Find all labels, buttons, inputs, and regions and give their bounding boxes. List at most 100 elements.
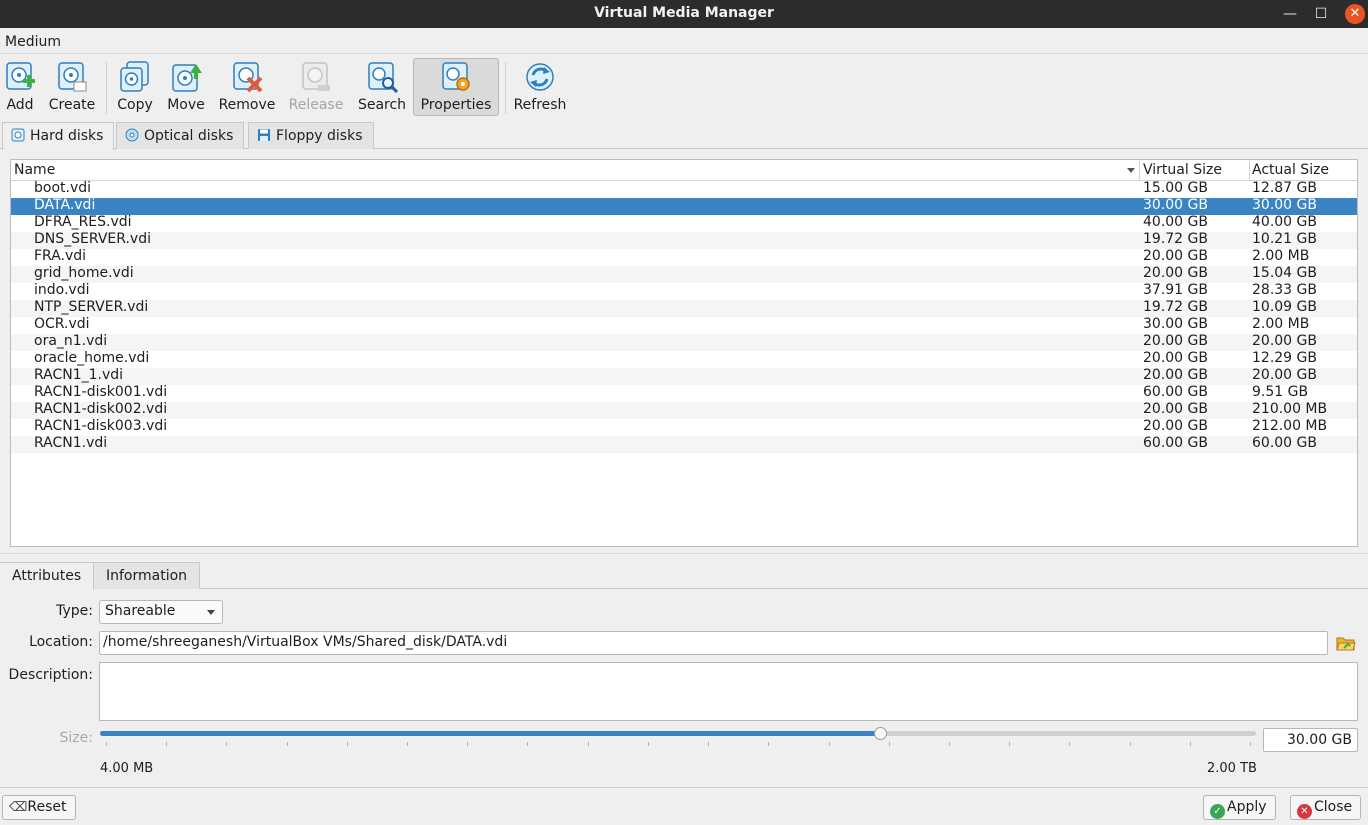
button-bar bbox=[0, 787, 1368, 825]
apply-button[interactable]: ✓ Apply bbox=[1203, 795, 1276, 820]
column-separator[interactable] bbox=[1139, 160, 1140, 181]
splitter-handle[interactable] bbox=[0, 553, 1368, 557]
table-row[interactable]: NTP_SERVER.vdi 19.72 GB 10.09 GB bbox=[11, 299, 1357, 317]
table-row[interactable]: oracle_home.vdi 20.00 GB 12.29 GB bbox=[11, 350, 1357, 368]
create-label: Create bbox=[48, 97, 96, 113]
slider-tick bbox=[1069, 742, 1071, 746]
type-label: Type: bbox=[56, 603, 93, 619]
properties-disk-icon bbox=[442, 62, 470, 91]
column-virtual-size[interactable]: Virtual Size bbox=[1143, 162, 1222, 178]
size-slider-fill bbox=[100, 731, 881, 736]
close-label: Close bbox=[1314, 799, 1353, 815]
cell-virtual: 20.00 GB bbox=[1143, 401, 1208, 417]
cell-name: ora_n1.vdi bbox=[34, 333, 108, 349]
table-row[interactable]: RACN1-disk002.vdi 20.00 GB 210.00 MB bbox=[11, 401, 1357, 419]
cell-actual: 10.09 GB bbox=[1252, 299, 1317, 315]
slider-tick bbox=[106, 742, 107, 746]
reset-button[interactable]: ⌫Reset bbox=[2, 795, 76, 820]
cell-name: NTP_SERVER.vdi bbox=[34, 299, 149, 315]
table-row[interactable]: ora_n1.vdi 20.00 GB 20.00 GB bbox=[11, 333, 1357, 351]
release-label: Release bbox=[288, 97, 344, 113]
move-button[interactable]: Move bbox=[164, 58, 208, 116]
table-row[interactable]: boot.vdi 15.00 GB 12.87 GB bbox=[11, 180, 1357, 198]
table-row[interactable]: RACN1.vdi 60.00 GB 60.00 GB bbox=[11, 435, 1357, 453]
size-slider-handle[interactable] bbox=[874, 727, 888, 740]
cell-name: boot.vdi bbox=[34, 180, 92, 196]
table-row[interactable]: FRA.vdi 20.00 GB 2.00 MB bbox=[11, 248, 1357, 266]
table-row[interactable]: RACN1_1.vdi 20.00 GB 20.00 GB bbox=[11, 367, 1357, 385]
slider-tick bbox=[407, 742, 409, 746]
create-button[interactable]: Create bbox=[46, 58, 98, 116]
table-row[interactable]: RACN1-disk003.vdi 20.00 GB 212.00 MB bbox=[11, 418, 1357, 436]
copy-button[interactable]: Copy bbox=[114, 58, 156, 116]
cell-actual: 28.33 GB bbox=[1252, 282, 1317, 298]
close-window-icon[interactable]: ✕ bbox=[1345, 4, 1365, 24]
minimize-icon[interactable]: — bbox=[1280, 4, 1300, 24]
slider-tick bbox=[828, 742, 830, 746]
location-label: Location: bbox=[29, 634, 93, 650]
slider-tick bbox=[527, 742, 529, 746]
tab-optical-disks[interactable]: Optical disks bbox=[116, 122, 245, 149]
table-row[interactable]: indo.vdi 37.91 GB 28.33 GB bbox=[11, 282, 1357, 300]
table-row[interactable]: OCR.vdi 30.00 GB 2.00 MB bbox=[11, 316, 1357, 334]
table-header: Name Virtual Size Actual Size bbox=[11, 160, 1357, 181]
cell-virtual: 20.00 GB bbox=[1143, 333, 1208, 349]
table-row[interactable]: DATA.vdi 30.00 GB 30.00 GB bbox=[11, 197, 1357, 215]
move-disk-icon bbox=[172, 64, 202, 92]
tab-hard-disks[interactable]: Hard disks bbox=[2, 122, 115, 150]
table-row[interactable]: DFRA_RES.vdi 40.00 GB 40.00 GB bbox=[11, 214, 1357, 232]
size-field[interactable]: 30.00 GB bbox=[1263, 728, 1358, 752]
cell-virtual: 30.00 GB bbox=[1143, 316, 1208, 332]
size-slider[interactable] bbox=[100, 731, 1256, 736]
column-separator[interactable] bbox=[1249, 160, 1250, 181]
cell-name: RACN1_1.vdi bbox=[34, 367, 124, 383]
table-row[interactable]: DNS_SERVER.vdi 19.72 GB 10.21 GB bbox=[11, 231, 1357, 249]
cell-actual: 12.29 GB bbox=[1252, 350, 1317, 366]
location-field[interactable]: /home/shreeganesh/VirtualBox VMs/Shared_… bbox=[99, 631, 1328, 655]
menu-medium[interactable]: Medium bbox=[5, 34, 61, 50]
tab-hard-disks-label: Hard disks bbox=[30, 128, 104, 144]
refresh-button[interactable]: Refresh bbox=[511, 58, 569, 116]
maximize-icon[interactable]: ☐ bbox=[1311, 4, 1331, 24]
properties-button[interactable]: Properties bbox=[413, 58, 499, 116]
table-row[interactable]: grid_home.vdi 20.00 GB 15.04 GB bbox=[11, 265, 1357, 283]
reset-icon: ⌫ bbox=[9, 800, 28, 815]
tab-information-label: Information bbox=[106, 568, 188, 584]
search-button[interactable]: Search bbox=[356, 58, 408, 116]
table-row[interactable]: RACN1-disk001.vdi 60.00 GB 9.51 GB bbox=[11, 384, 1357, 402]
remove-button[interactable]: Remove bbox=[216, 58, 278, 116]
tab-optical-disks-label: Optical disks bbox=[144, 128, 234, 144]
cell-actual: 20.00 GB bbox=[1252, 333, 1317, 349]
slider-tick bbox=[226, 742, 228, 746]
slider-tick bbox=[1250, 742, 1251, 746]
cell-virtual: 20.00 GB bbox=[1143, 418, 1208, 434]
release-disk-icon bbox=[302, 62, 330, 91]
slider-tick bbox=[948, 742, 950, 746]
add-button[interactable]: Add bbox=[2, 58, 38, 116]
cell-actual: 9.51 GB bbox=[1252, 384, 1309, 400]
tab-information[interactable]: Information bbox=[93, 562, 201, 589]
properties-label: Properties bbox=[420, 97, 492, 113]
cell-name: oracle_home.vdi bbox=[34, 350, 150, 366]
slider-tick bbox=[166, 742, 168, 746]
column-name[interactable]: Name bbox=[14, 162, 55, 178]
toolbar-separator bbox=[106, 62, 107, 114]
search-label: Search bbox=[357, 97, 407, 113]
type-combobox[interactable]: Shareable bbox=[99, 600, 223, 624]
slider-tick bbox=[467, 742, 469, 746]
column-actual-size[interactable]: Actual Size bbox=[1252, 162, 1329, 178]
description-field[interactable] bbox=[99, 662, 1358, 721]
cancel-icon: ✕ bbox=[1297, 804, 1312, 819]
release-button[interactable]: Release bbox=[286, 58, 346, 116]
cell-virtual: 30.00 GB bbox=[1143, 197, 1208, 213]
tab-floppy-disks[interactable]: Floppy disks bbox=[248, 122, 374, 149]
folder-open-icon[interactable] bbox=[1336, 633, 1356, 653]
cell-name: grid_home.vdi bbox=[34, 265, 134, 281]
toolbar: Add Create Copy Move Remove Release Sear… bbox=[0, 54, 1368, 120]
hard-disks-table: Name Virtual Size Actual Size boot.vdi 15… bbox=[10, 159, 1358, 547]
table-body: boot.vdi 15.00 GB 12.87 GB DATA.vdi 30.00 GB… bbox=[11, 180, 1357, 453]
refresh-label: Refresh bbox=[513, 97, 567, 113]
floppy-disk-icon bbox=[258, 129, 270, 141]
close-button[interactable]: ✕ Close bbox=[1290, 795, 1362, 820]
tab-attributes[interactable]: Attributes bbox=[0, 562, 95, 590]
